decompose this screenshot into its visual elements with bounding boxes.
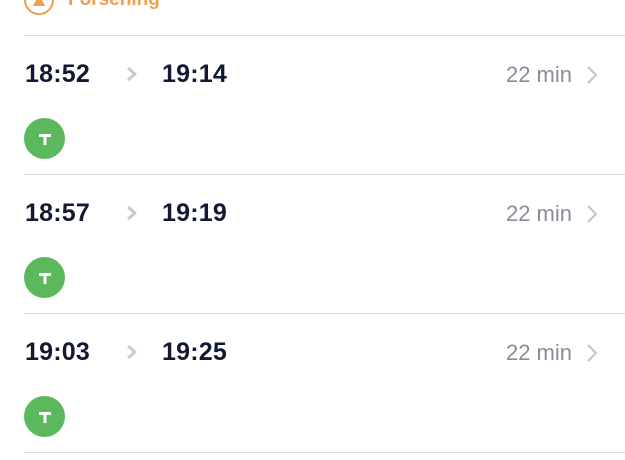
chevron-right-icon [587, 344, 598, 362]
trip-results-screen: Forsening 18:52 19:14 22 min 18:57 19:19… [0, 0, 625, 460]
arrow-right-icon [127, 345, 137, 359]
trip-row[interactable]: 18:57 19:19 22 min [0, 175, 625, 313]
departure-time: 18:52 [25, 60, 90, 88]
trip-duration: 22 min [505, 62, 572, 87]
tbane-icon [24, 118, 65, 159]
arrow-right-icon [127, 67, 137, 81]
delay-notice[interactable]: Forsening [24, 0, 160, 15]
chevron-right-icon [587, 66, 598, 84]
chevron-right-icon [587, 205, 598, 223]
trip-row[interactable]: 18:52 19:14 22 min [0, 36, 625, 174]
arrival-time: 19:25 [162, 338, 227, 366]
delay-label: Forsening [68, 0, 160, 11]
tbane-icon [24, 257, 65, 298]
arrival-time: 19:14 [162, 60, 227, 88]
trip-row[interactable]: 19:03 19:25 22 min [0, 314, 625, 452]
tbane-icon [24, 396, 65, 437]
trip-duration: 22 min [505, 201, 572, 226]
departure-time: 18:57 [25, 199, 90, 227]
divider [24, 452, 625, 453]
arrival-time: 19:19 [162, 199, 227, 227]
trip-duration: 22 min [505, 340, 572, 365]
warning-icon [24, 0, 54, 15]
departure-time: 19:03 [25, 338, 90, 366]
arrow-right-icon [127, 206, 137, 220]
